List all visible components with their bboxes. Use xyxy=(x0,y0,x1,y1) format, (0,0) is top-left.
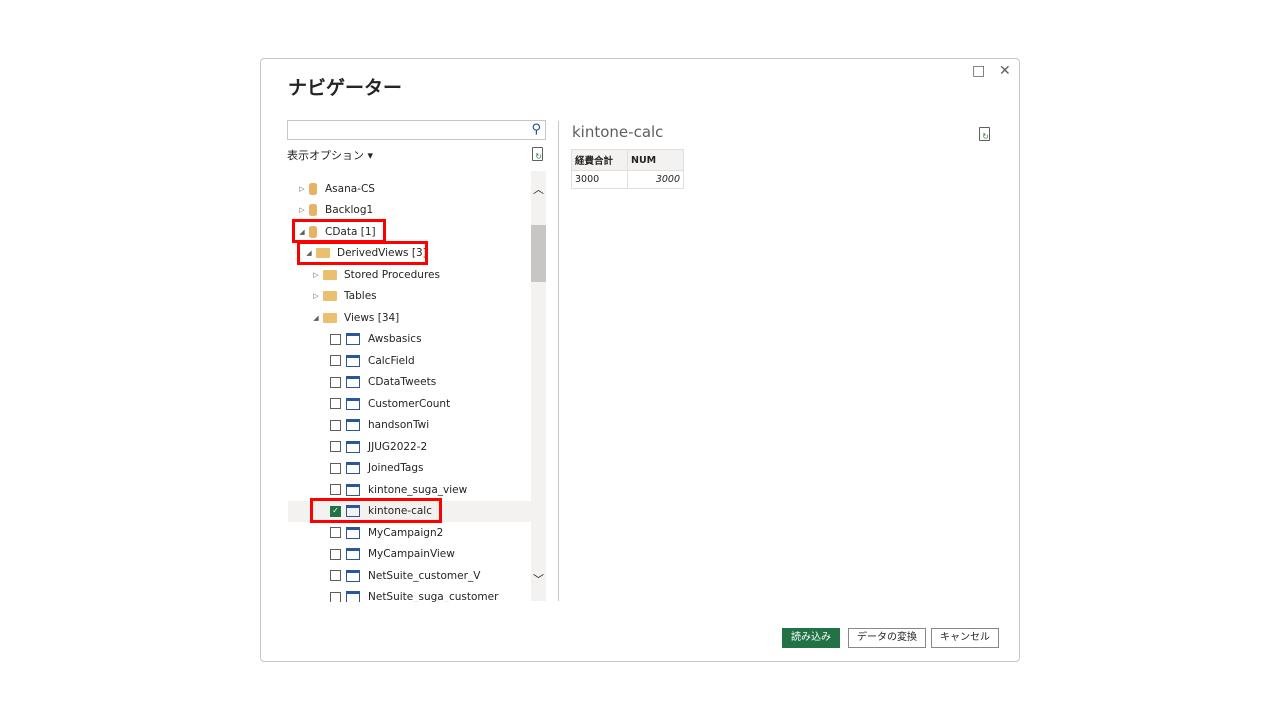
tree-item-label: MyCampainView xyxy=(368,548,455,561)
checkbox[interactable] xyxy=(330,419,341,431)
table-cell: 3000 xyxy=(627,170,684,189)
refresh-icon[interactable]: ↻ xyxy=(532,147,543,161)
tree-item-label: Backlog1 xyxy=(325,204,374,217)
view-icon xyxy=(346,354,360,367)
expand-arrow-icon[interactable]: ◢ xyxy=(309,314,323,322)
view-icon xyxy=(346,591,360,602)
folder-icon xyxy=(323,291,337,302)
search-input[interactable]: ⚲ xyxy=(287,120,546,140)
tree-item-label: JJUG2022-2 xyxy=(368,440,428,453)
checkbox[interactable] xyxy=(330,591,341,602)
tree-scrollbar[interactable]: ︿ ﹀ xyxy=(531,171,546,601)
database-icon xyxy=(309,204,317,217)
view-icon xyxy=(346,548,360,561)
view-icon xyxy=(346,483,360,496)
view-icon xyxy=(346,569,360,582)
scroll-down-icon[interactable]: ﹀ xyxy=(533,571,544,587)
transform-data-button[interactable]: データの変換 xyxy=(848,628,926,648)
preview-refresh-icon[interactable]: ↻ xyxy=(979,127,990,141)
tree-item-label: kintone_suga_view xyxy=(368,483,468,496)
tree-item-label: MyCampaign2 xyxy=(368,526,444,539)
expand-arrow-icon[interactable]: ▷ xyxy=(309,271,323,279)
tree-item[interactable]: NetSuite_suga_customer xyxy=(288,587,531,602)
tree-item[interactable]: MyCampaign2 xyxy=(288,522,531,544)
tree-item-label: CalcField xyxy=(368,354,415,367)
dialog-title: ナビゲーター xyxy=(288,77,403,99)
tree-item[interactable]: NetSuite_customer_V xyxy=(288,565,531,587)
checkbox[interactable] xyxy=(330,441,341,453)
preview-title: kintone-calc xyxy=(572,123,664,141)
highlight-box xyxy=(297,241,428,265)
tree-item-label: CDataTweets xyxy=(368,376,437,389)
tree-item[interactable]: Awsbasics xyxy=(288,329,531,351)
checkbox[interactable] xyxy=(330,398,341,410)
checkbox[interactable] xyxy=(330,484,341,496)
tree-item-label: Awsbasics xyxy=(368,333,422,346)
table-cell: 3000 xyxy=(571,170,628,189)
tree-item-label: CustomerCount xyxy=(368,397,451,410)
tree-item-label: Tables xyxy=(344,290,377,303)
search-icon[interactable]: ⚲ xyxy=(531,122,541,137)
checkbox[interactable] xyxy=(330,355,341,367)
checkbox[interactable] xyxy=(330,376,341,388)
view-icon xyxy=(346,440,360,453)
view-icon xyxy=(346,419,360,432)
view-icon xyxy=(346,376,360,389)
highlight-box xyxy=(292,219,386,243)
view-icon xyxy=(346,462,360,475)
cancel-button[interactable]: キャンセル xyxy=(931,628,999,648)
tree-item[interactable]: ▷ Stored Procedures xyxy=(288,264,531,286)
tree-item[interactable]: JoinedTags xyxy=(288,458,531,480)
display-options-dropdown[interactable]: 表示オプション ▾ xyxy=(287,147,373,163)
maximize-icon[interactable]: □ xyxy=(972,63,985,79)
tree-item[interactable]: ◢ Views [34] xyxy=(288,307,531,329)
tree-item[interactable]: CalcField xyxy=(288,350,531,372)
expand-arrow-icon[interactable]: ▷ xyxy=(295,206,309,214)
folder-icon xyxy=(323,312,337,323)
expand-arrow-icon[interactable]: ▷ xyxy=(309,292,323,300)
view-icon xyxy=(346,397,360,410)
tree-item-label: Views [34] xyxy=(344,311,400,324)
tree-item[interactable]: ▷ Asana-CS xyxy=(288,178,531,200)
pane-divider xyxy=(558,121,559,601)
tree-item[interactable]: JJUG2022-2 xyxy=(288,436,531,458)
load-button[interactable]: 読み込み xyxy=(782,628,840,648)
tree-item-label: Stored Procedures xyxy=(344,268,440,281)
tree-item-label: Asana-CS xyxy=(325,182,375,195)
scrollbar-thumb[interactable] xyxy=(531,225,546,282)
checkbox[interactable] xyxy=(330,462,341,474)
tree-item[interactable]: ▷ Tables xyxy=(288,286,531,308)
database-icon xyxy=(309,182,317,195)
tree-item-label: NetSuite_customer_V xyxy=(368,569,481,582)
highlight-box xyxy=(310,498,442,523)
tree-item-label: handsonTwi xyxy=(368,419,430,432)
expand-arrow-icon[interactable]: ▷ xyxy=(295,185,309,193)
checkbox[interactable] xyxy=(330,548,341,560)
column-header: NUM xyxy=(627,149,684,171)
tree-item[interactable]: CDataTweets xyxy=(288,372,531,394)
column-header: 経費合計 xyxy=(571,149,628,171)
checkbox[interactable] xyxy=(330,570,341,582)
tree-item[interactable]: handsonTwi xyxy=(288,415,531,437)
folder-icon xyxy=(323,269,337,280)
checkbox[interactable] xyxy=(330,333,341,345)
preview-table: 経費合計 NUM 3000 3000 xyxy=(571,149,684,189)
checkbox[interactable] xyxy=(330,527,341,539)
close-icon[interactable]: ✕ xyxy=(999,63,1011,79)
navigator-dialog: ナビゲーター □ ✕ ⚲ 表示オプション ▾ ↻ ▷ Asana-CS ▷ Backl… xyxy=(260,58,1020,662)
tree-item[interactable]: MyCampainView xyxy=(288,544,531,566)
tree-item-label: NetSuite_suga_customer xyxy=(368,591,499,602)
view-icon xyxy=(346,526,360,539)
tree-item-label: JoinedTags xyxy=(368,462,424,475)
tree-item[interactable]: CustomerCount xyxy=(288,393,531,415)
tree-item[interactable]: ▷ Backlog1 xyxy=(288,200,531,222)
view-icon xyxy=(346,333,360,346)
scroll-up-icon[interactable]: ︿ xyxy=(533,181,544,197)
